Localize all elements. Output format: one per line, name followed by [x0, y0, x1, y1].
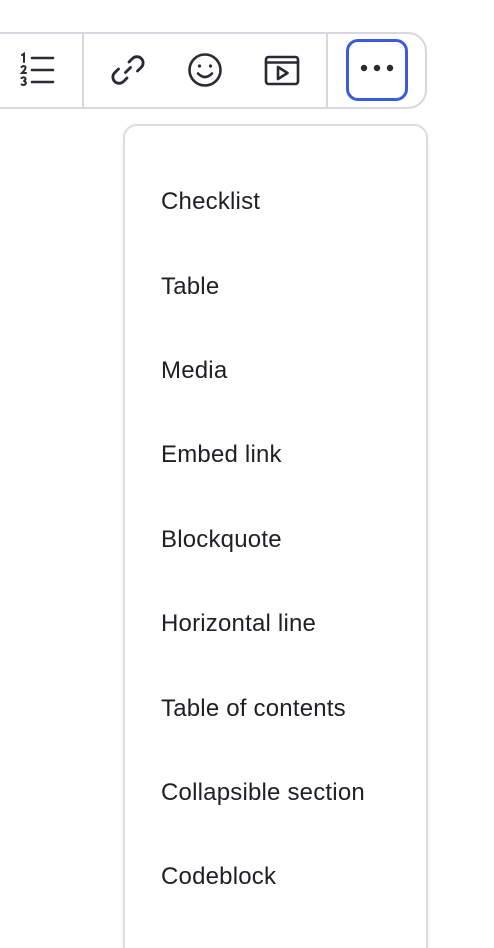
toolbar-divider [326, 33, 328, 108]
menu-item-horizontal-line[interactable]: Horizontal line [125, 582, 426, 666]
emoji-icon [185, 50, 225, 90]
menu-item-media[interactable]: Media [125, 329, 426, 413]
insert-options-list: Checklist Table Media Embed link Blockqu… [125, 160, 426, 920]
link-icon [108, 50, 148, 90]
menu-item-embed-link[interactable]: Embed link [125, 413, 426, 497]
numbered-list-icon [17, 50, 57, 90]
menu-item-table[interactable]: Table [125, 244, 426, 328]
menu-item-table-of-contents[interactable]: Table of contents [125, 666, 426, 750]
numbered-list-button[interactable] [6, 38, 68, 102]
menu-item-checklist[interactable]: Checklist [125, 160, 426, 244]
toolbar-divider [82, 33, 84, 108]
more-options-button[interactable] [346, 39, 408, 101]
editor-page: Checklist Table Media Embed link Blockqu… [0, 0, 494, 948]
menu-item-codeblock[interactable]: Codeblock [125, 835, 426, 919]
more-options-icon [357, 61, 397, 79]
insert-options-menu: Checklist Table Media Embed link Blockqu… [123, 124, 428, 948]
insert-video-button[interactable] [251, 38, 313, 102]
menu-item-collapsible-section[interactable]: Collapsible section [125, 751, 426, 835]
insert-link-button[interactable] [97, 38, 159, 102]
menu-item-blockquote[interactable]: Blockquote [125, 498, 426, 582]
video-embed-icon [262, 50, 302, 90]
insert-emoji-button[interactable] [174, 38, 236, 102]
